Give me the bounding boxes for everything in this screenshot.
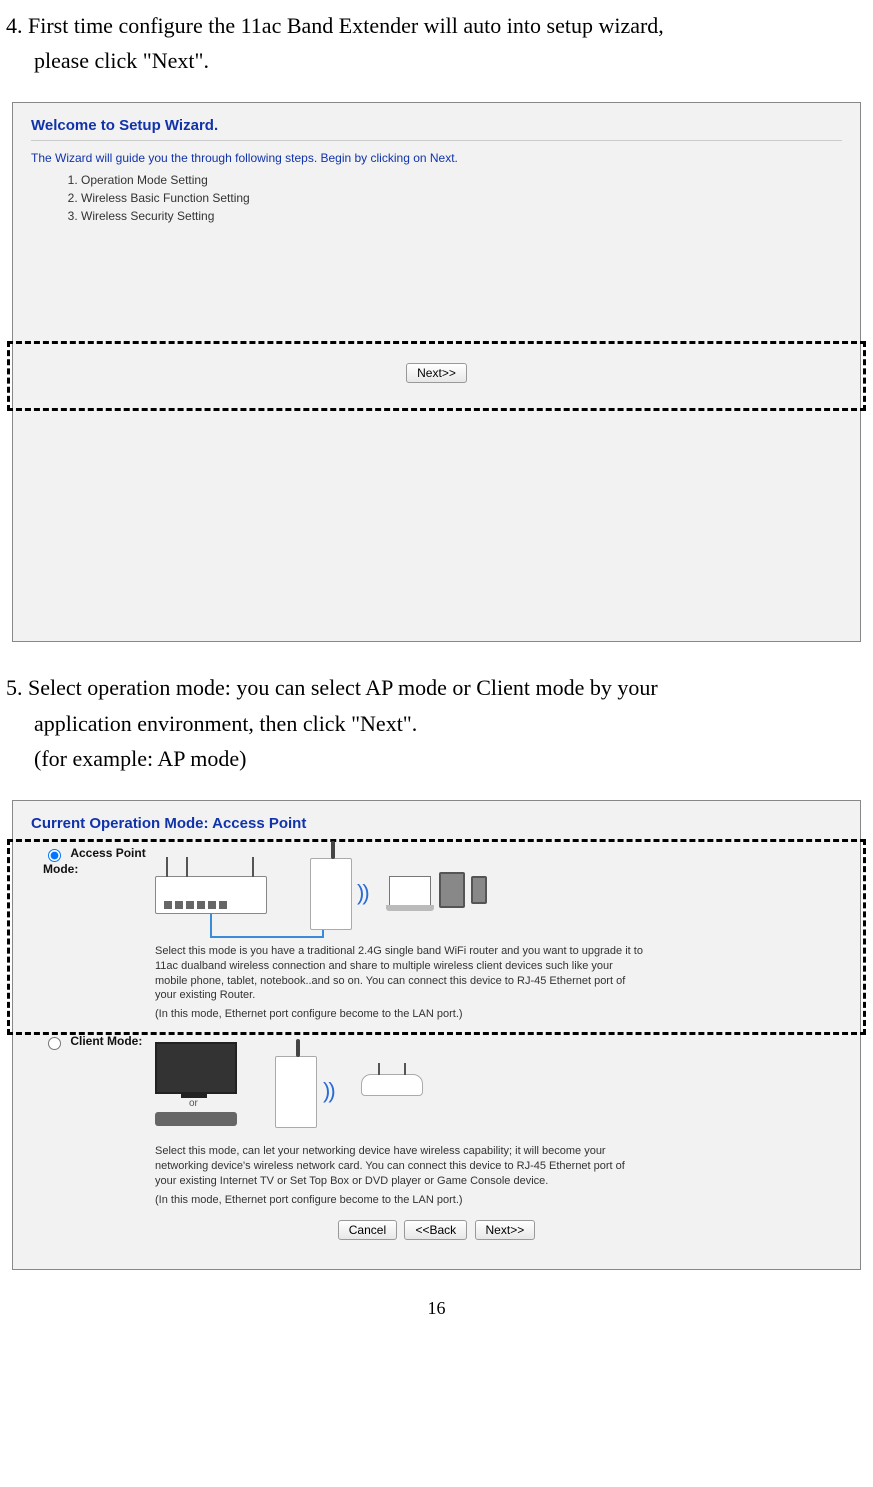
client-mode-radio[interactable] [48, 1037, 61, 1050]
next-button-2[interactable]: Next>> [475, 1220, 536, 1240]
ap-mode-diagram: )) [155, 850, 495, 938]
client-mode-diagram: or )) [155, 1038, 475, 1138]
step4-line1: 4. First time configure the 11ac Band Ex… [6, 13, 664, 38]
divider [31, 140, 842, 141]
router-icon [155, 876, 267, 914]
back-button[interactable]: <<Back [404, 1220, 467, 1240]
tv-icon [155, 1042, 237, 1094]
ethernet-cable-icon [210, 914, 324, 938]
client-mode-radio-label[interactable]: Client Mode: [43, 1034, 142, 1048]
tablet-icon [439, 872, 465, 908]
ap-mode-label-col: Access Point Mode: [43, 846, 155, 1022]
phone-icon [471, 876, 487, 904]
next-button-area: Next>> [13, 363, 860, 383]
client-mode-label: Client Mode: [70, 1034, 142, 1048]
wifi-icon-2: )) [323, 1078, 334, 1104]
client-mode-content: or )) Select this mode, can let your net… [155, 1034, 848, 1207]
ap-mode-label-1: Access Point [70, 846, 145, 860]
ap-mode-block: Access Point Mode: )) Select this mode i… [13, 840, 860, 1028]
or-text: or [189, 1098, 198, 1109]
extender-icon [310, 858, 352, 930]
setup-wizard-panel: Welcome to Setup Wizard. The Wizard will… [12, 102, 861, 642]
ap-mode-radio-label[interactable]: Access Point [43, 846, 146, 860]
laptop-icon [389, 876, 431, 906]
wizard-intro: The Wizard will guide you the through fo… [31, 151, 842, 165]
extender-icon-2 [275, 1056, 317, 1128]
wizard-step-1: Operation Mode Setting [81, 171, 842, 189]
settopbox-icon [155, 1112, 237, 1126]
step4-instruction: 4. First time configure the 11ac Band Ex… [6, 8, 867, 78]
page-number: 16 [6, 1298, 867, 1319]
next-button[interactable]: Next>> [406, 363, 467, 383]
wizard-step-3: Wireless Security Setting [81, 207, 842, 225]
ap-mode-radio[interactable] [48, 849, 61, 862]
step5-line3: (for example: AP mode) [6, 741, 867, 776]
wizard-steps-list: Operation Mode Setting Wireless Basic Fu… [81, 171, 842, 225]
ap-mode-description-2: (In this mode, Ethernet port configure b… [155, 1007, 645, 1022]
client-mode-block: Client Mode: or )) Select this mode, can… [13, 1028, 860, 1213]
step4-line2: please click "Next". [6, 43, 867, 78]
client-mode-label-col: Client Mode: [43, 1034, 155, 1207]
wizard-title: Welcome to Setup Wizard. [31, 117, 842, 134]
ap-icon [361, 1074, 423, 1096]
step5-line1: 5. Select operation mode: you can select… [6, 675, 658, 700]
operation-mode-panel: Current Operation Mode: Access Point Acc… [12, 800, 861, 1270]
ap-mode-content: )) Select this mode is you have a tradit… [155, 846, 848, 1022]
step5-line2: application environment, then click "Nex… [6, 706, 867, 741]
ap-mode-description: Select this mode is you have a tradition… [155, 944, 645, 1003]
ap-mode-label-2: Mode: [43, 862, 78, 876]
button-row: Cancel <<Back Next>> [13, 1214, 860, 1250]
cancel-button[interactable]: Cancel [338, 1220, 397, 1240]
wizard-step-2: Wireless Basic Function Setting [81, 189, 842, 207]
client-mode-description-2: (In this mode, Ethernet port configure b… [155, 1193, 645, 1208]
operation-mode-title: Current Operation Mode: Access Point [13, 801, 860, 840]
client-mode-description: Select this mode, can let your networkin… [155, 1144, 645, 1189]
step5-instruction: 5. Select operation mode: you can select… [6, 670, 867, 776]
wifi-icon: )) [357, 880, 368, 906]
